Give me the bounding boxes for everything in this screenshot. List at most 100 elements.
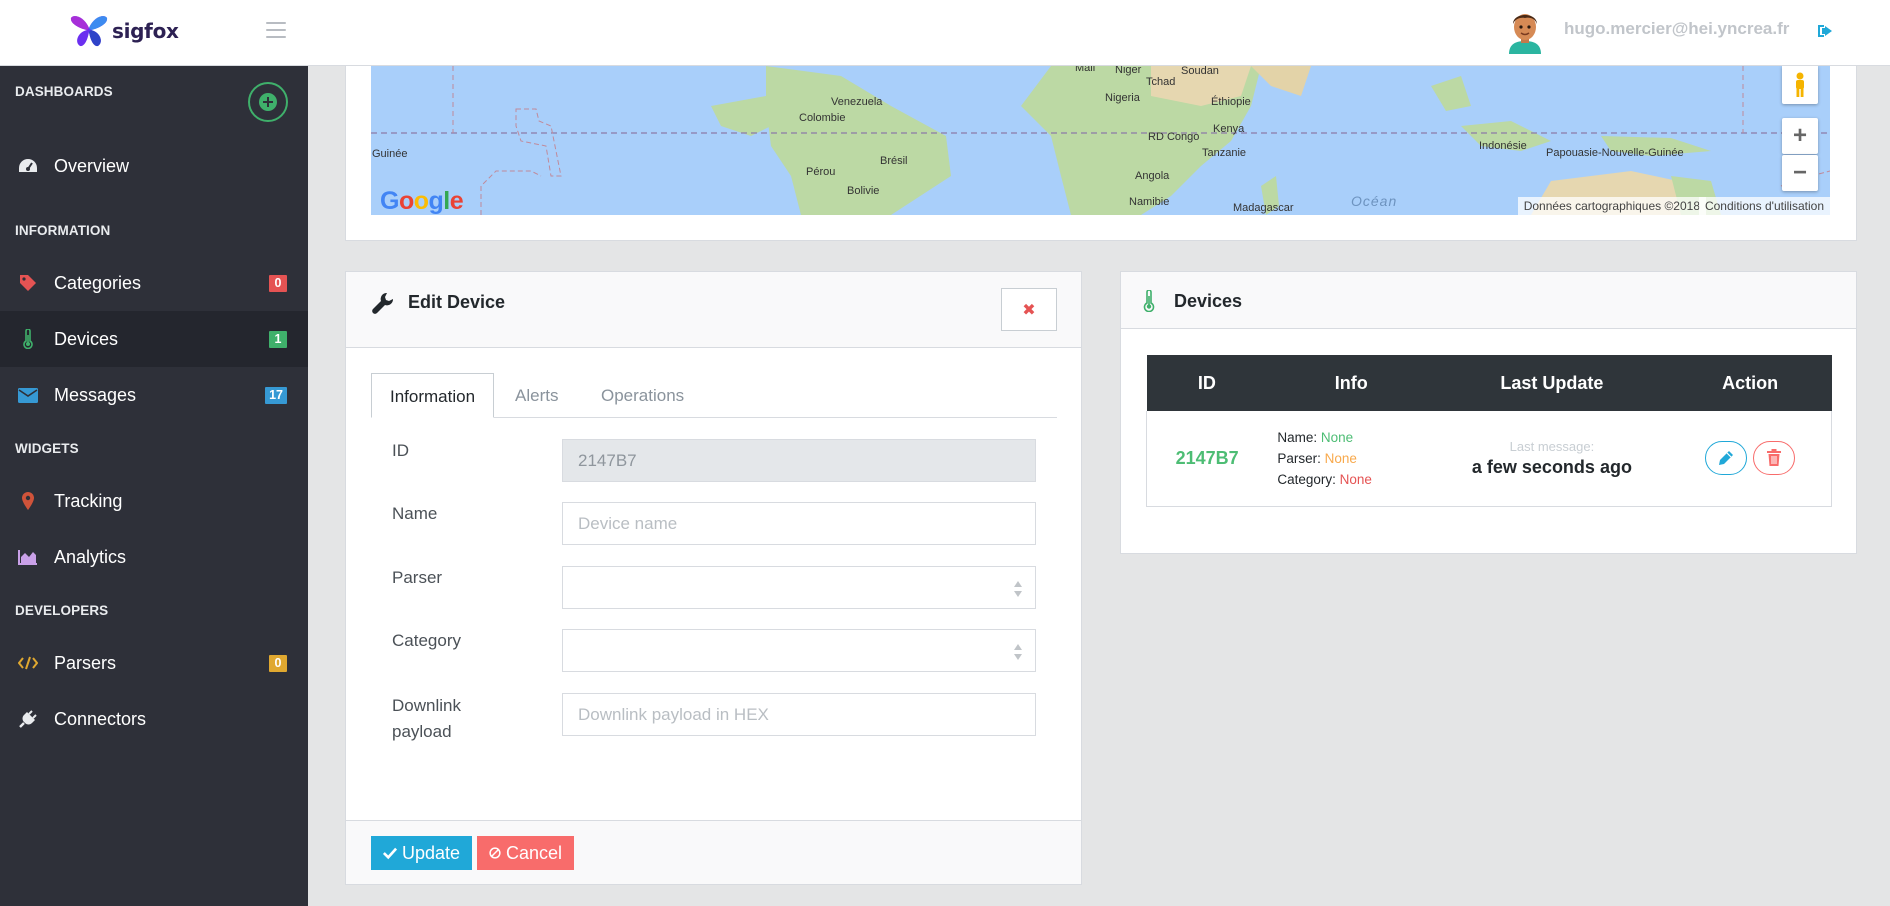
sidebar-item-connectors[interactable]: Connectors xyxy=(0,691,308,747)
dashboard-icon xyxy=(18,156,38,176)
category-select[interactable] xyxy=(562,629,1036,672)
cancel-button[interactable]: Cancel xyxy=(477,836,574,870)
last-message-value: a few seconds ago xyxy=(1471,456,1632,477)
table-row: 2147B7 Name: None Parser: None Category:… xyxy=(1146,411,1832,507)
sigfox-logo[interactable]: sigfox xyxy=(70,14,179,48)
user-email[interactable]: hugo.mercier@hei.yncrea.fr xyxy=(1564,19,1789,39)
device-info-cell: Name: None Parser: None Category: None xyxy=(1267,411,1436,507)
sidebar-item-analytics[interactable]: Analytics xyxy=(0,529,308,585)
wrench-icon xyxy=(372,292,394,314)
card-header: Devices xyxy=(1121,272,1856,329)
device-id-cell: 2147B7 xyxy=(1146,411,1268,507)
map-label: Venezuela xyxy=(831,96,883,108)
plus-circle-icon xyxy=(259,93,277,111)
map-terms-link[interactable]: Conditions d'utilisation xyxy=(1698,197,1830,215)
map-land-shapes xyxy=(371,66,1830,215)
pencil-icon xyxy=(1718,451,1733,466)
edit-device-button[interactable] xyxy=(1704,441,1747,476)
update-button[interactable]: Update xyxy=(371,836,472,870)
map-label: Madagascar xyxy=(1233,202,1294,214)
card-footer: Update Cancel xyxy=(346,820,1081,884)
name-label: Name xyxy=(392,504,438,523)
card-header: Edit Device ✖ xyxy=(346,272,1081,348)
info-name: Name: None xyxy=(1277,429,1354,445)
street-view-pegman-icon[interactable] xyxy=(1782,66,1818,104)
sidebar-item-devices[interactable]: Devices 1 xyxy=(0,311,308,367)
sidebar: DASHBOARDS Overview INFORMATION Categori… xyxy=(0,66,308,906)
downlink-label-line1: Downlink xyxy=(392,696,461,715)
sidebar-item-label: Parsers xyxy=(54,652,117,673)
sidebar-item-label: Tracking xyxy=(54,490,123,511)
add-dashboard-button[interactable] xyxy=(248,82,288,122)
id-field[interactable] xyxy=(562,439,1036,482)
area-chart-icon xyxy=(18,547,38,567)
tab-alerts[interactable]: Alerts xyxy=(497,373,576,418)
map-attribution: Données cartographiques ©2018 xyxy=(1517,197,1706,215)
brand-name: sigfox xyxy=(112,19,179,43)
sidebar-item-parsers[interactable]: Parsers 0 xyxy=(0,635,308,691)
last-message-label: Last message: xyxy=(1509,438,1595,454)
tab-bar: Information Alerts Operations xyxy=(371,373,1057,418)
sidebar-item-label: Messages xyxy=(54,384,137,405)
count-badge: 0 xyxy=(269,274,287,292)
zoom-out-button[interactable]: − xyxy=(1782,155,1818,191)
parser-label: Parser xyxy=(392,568,443,587)
info-category: Category: None xyxy=(1277,471,1372,487)
map-label: Tchad xyxy=(1146,76,1176,88)
world-map[interactable]: Mali Niger Soudan Tchad Venezuela Colomb… xyxy=(371,66,1830,215)
map-label: Colombie xyxy=(799,112,846,124)
device-id[interactable]: 2147B7 xyxy=(1176,448,1239,468)
devices-table: ID Info Last Update Action 2147B7 Name: … xyxy=(1146,355,1832,507)
logout-icon[interactable] xyxy=(1816,22,1834,40)
delete-device-button[interactable] xyxy=(1753,441,1796,476)
ban-icon xyxy=(489,847,501,859)
map-label: Guinée xyxy=(372,148,408,160)
section-dashboards: DASHBOARDS xyxy=(15,84,113,99)
sidebar-item-label: Overview xyxy=(54,155,130,176)
downlink-payload-field[interactable] xyxy=(562,693,1036,736)
map-label: Brésil xyxy=(880,155,908,167)
check-icon xyxy=(383,847,397,860)
device-name-field[interactable] xyxy=(562,502,1036,545)
avatar[interactable] xyxy=(1504,8,1546,54)
butterfly-logo-icon xyxy=(70,16,108,47)
map-label: Tanzanie xyxy=(1202,147,1247,159)
code-icon xyxy=(18,653,38,673)
tab-information[interactable]: Information xyxy=(371,373,495,418)
sidebar-item-overview[interactable]: Overview xyxy=(0,138,308,194)
zoom-in-button[interactable]: + xyxy=(1782,118,1818,154)
plug-icon xyxy=(18,709,38,729)
column-header: ID xyxy=(1146,355,1268,411)
map-card: Mali Niger Soudan Tchad Venezuela Colomb… xyxy=(345,66,1857,241)
card-title: Devices xyxy=(1174,291,1243,311)
info-parser: Parser: None xyxy=(1277,450,1357,466)
envelope-icon xyxy=(18,385,38,405)
sidebar-item-label: Analytics xyxy=(54,546,127,567)
select-arrows-icon xyxy=(1014,644,1022,660)
map-marker-icon xyxy=(18,491,38,511)
last-update-cell: Last message: a few seconds ago xyxy=(1435,411,1669,507)
sidebar-item-tracking[interactable]: Tracking xyxy=(0,473,308,529)
sidebar-item-label: Connectors xyxy=(54,708,147,729)
cancel-label: Cancel xyxy=(505,842,562,863)
sidebar-toggle-icon[interactable] xyxy=(266,22,286,40)
sidebar-item-categories[interactable]: Categories 0 xyxy=(0,255,308,311)
column-header: Info xyxy=(1267,355,1436,411)
update-label: Update xyxy=(401,842,460,863)
id-label: ID xyxy=(392,441,409,460)
google-logo: Google xyxy=(380,187,464,215)
tab-operations[interactable]: Operations xyxy=(583,373,702,418)
close-button[interactable]: ✖ xyxy=(1001,288,1057,331)
column-header: Action xyxy=(1668,355,1832,411)
devices-card: Devices ID Info Last Update Action 2147B… xyxy=(1120,271,1857,554)
parser-select[interactable] xyxy=(562,566,1036,609)
sidebar-item-messages[interactable]: Messages 17 xyxy=(0,367,308,423)
map-label: Pérou xyxy=(806,166,836,178)
map-label: Papouasie-Nouvelle-Guinée xyxy=(1546,147,1684,159)
select-arrows-icon xyxy=(1014,581,1022,597)
map-label: Niger xyxy=(1115,66,1142,76)
thermometer-icon xyxy=(1143,290,1155,312)
map-label: Océan xyxy=(1351,193,1398,209)
count-badge: 1 xyxy=(269,330,287,348)
count-badge: 17 xyxy=(265,386,287,404)
